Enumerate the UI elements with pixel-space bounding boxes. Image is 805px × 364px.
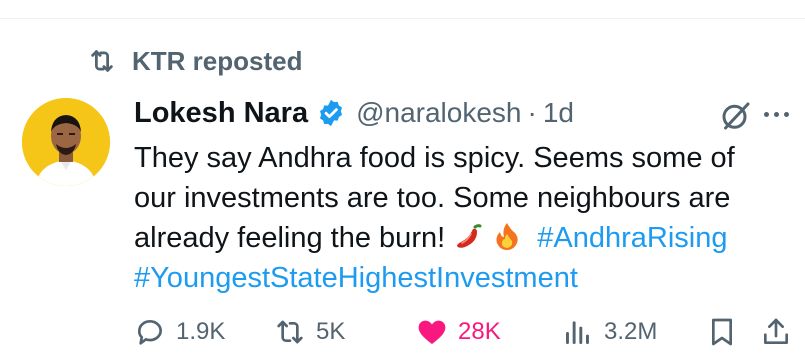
avatar-photo xyxy=(22,98,110,186)
repost-context[interactable]: KTR reposted xyxy=(84,44,302,78)
views-count: 3.2M xyxy=(604,318,658,345)
author-display-name[interactable]: Lokesh Nara xyxy=(134,97,308,130)
tweet-text-line: already feeling the burn! #AndhraRising xyxy=(134,218,802,258)
more-options-icon[interactable] xyxy=(764,102,804,126)
fire-icon xyxy=(491,220,523,252)
tweet-text: They say Andhra food is spicy. Seems som… xyxy=(134,138,802,298)
tweet-text-line: They say Andhra food is spicy. Seems som… xyxy=(134,142,735,174)
top-divider xyxy=(0,18,805,19)
header-separator: · xyxy=(527,97,537,128)
like-button[interactable]: 28K xyxy=(416,312,501,352)
grok-icon[interactable] xyxy=(718,98,754,134)
avatar[interactable] xyxy=(22,98,110,186)
bookmark-icon xyxy=(712,318,732,346)
tweet-text-line: our investments are too. Some neighbours… xyxy=(134,182,731,214)
hashtag-link[interactable]: #YoungestStateHighestInvestment xyxy=(134,262,578,294)
repost-icon xyxy=(91,50,113,72)
repost-label: KTR reposted xyxy=(132,45,303,76)
reply-count: 1.9K xyxy=(176,318,226,345)
views-button[interactable]: 3.2M xyxy=(562,312,657,352)
tweet-header: Lokesh Nara @naralokesh · 1d xyxy=(134,94,574,132)
tweet-actions: 1.9K 5K 28K 3.2M xyxy=(134,312,805,352)
repost-icon xyxy=(277,320,303,344)
verified-badge-icon[interactable] xyxy=(316,98,346,128)
repost-count: 5K xyxy=(316,318,346,345)
tweet-text-line: #YoungestStateHighestInvestment xyxy=(134,258,802,298)
author-handle[interactable]: @naralokesh xyxy=(356,97,521,129)
like-count: 28K xyxy=(458,318,501,345)
share-icon xyxy=(764,318,788,344)
tweet-timestamp[interactable]: 1d xyxy=(543,97,574,129)
repost-button[interactable]: 5K xyxy=(274,312,345,352)
reply-button[interactable]: 1.9K xyxy=(134,312,225,352)
chili-pepper-icon xyxy=(453,220,485,252)
reply-icon xyxy=(137,320,163,345)
tweet-text-segment: already feeling the burn! xyxy=(134,222,446,254)
share-button[interactable] xyxy=(760,312,792,352)
bookmark-button[interactable] xyxy=(706,312,738,352)
heart-icon xyxy=(418,320,446,344)
hashtag-link[interactable]: #AndhraRising xyxy=(537,222,727,254)
views-icon xyxy=(566,321,589,344)
